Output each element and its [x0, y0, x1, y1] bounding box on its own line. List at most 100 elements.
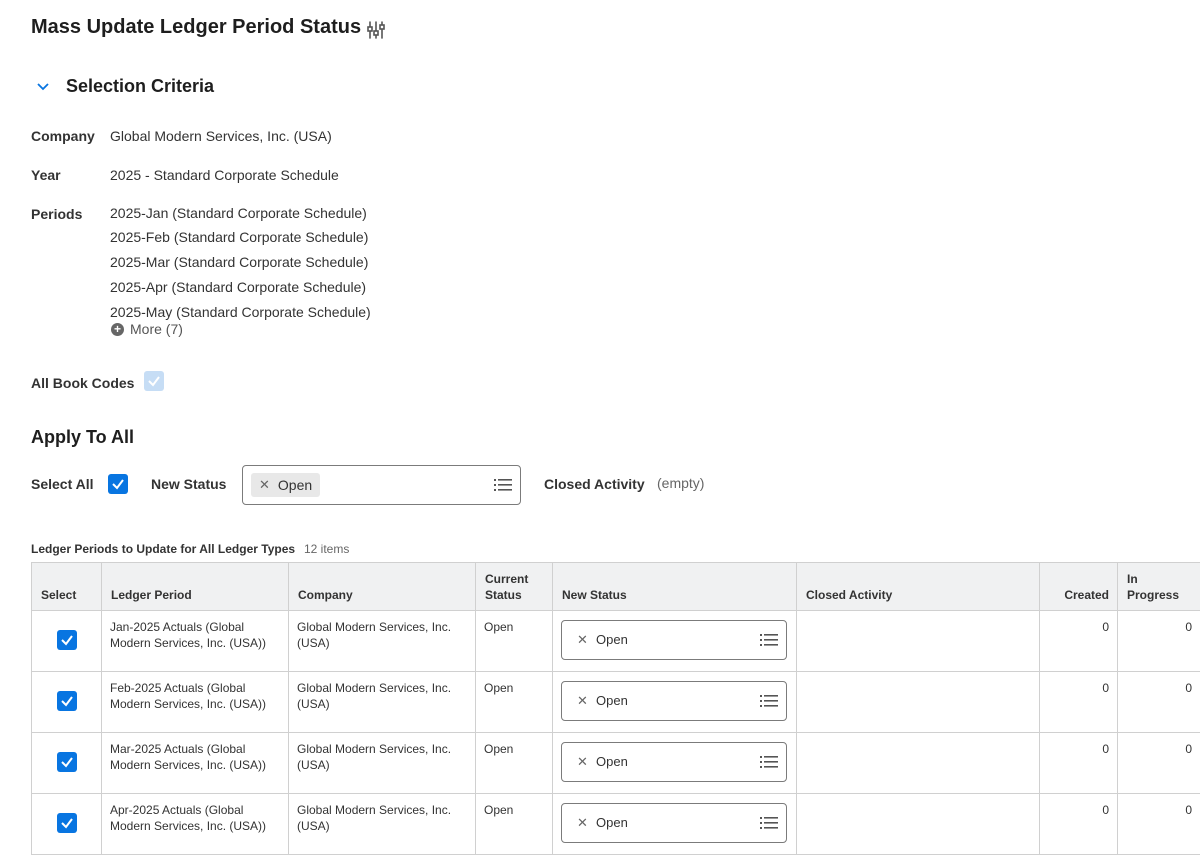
current-status-cell: Open	[475, 732, 553, 794]
current-status-cell: Open	[475, 610, 553, 672]
column-header-current-status[interactable]: Current Status	[475, 562, 553, 611]
remove-icon[interactable]: ✕	[577, 632, 588, 648]
year-label: Year	[31, 167, 61, 183]
select-cell	[31, 610, 102, 672]
row-select-checkbox[interactable]	[56, 813, 77, 833]
new-status-cell: ✕ Open	[552, 610, 797, 672]
chevron-down-icon[interactable]	[36, 80, 50, 94]
in-progress-cell: 0	[1117, 671, 1200, 733]
apply-to-all-title: Apply To All	[31, 427, 134, 447]
selection-criteria-title: Selection Criteria	[66, 76, 215, 96]
remove-icon[interactable]: ✕	[577, 815, 588, 831]
plus-circle-icon: +	[111, 322, 124, 336]
period-item: 2025-Apr (Standard Corporate Schedule)	[110, 279, 367, 295]
year-value: 2025 - Standard Corporate Schedule	[110, 167, 339, 183]
row-select-checkbox[interactable]	[56, 752, 77, 772]
table-row: Mar-2025 Actuals (Global Modern Services…	[31, 732, 1200, 794]
new-status-cell: ✕ Open	[552, 793, 797, 855]
status-pill: ✕ Open	[251, 473, 321, 497]
period-item: 2025-May (Standard Corporate Schedule)	[110, 304, 371, 320]
closed-activity-label: Closed Activity	[544, 476, 645, 492]
checkmark-icon	[60, 696, 73, 707]
table-header-row: Select Ledger Period Company Current Sta…	[31, 562, 1200, 611]
remove-icon[interactable]: ✕	[577, 693, 588, 709]
current-status-cell: Open	[475, 793, 553, 855]
all-book-codes-label: All Book Codes	[31, 375, 135, 391]
grid-title: Ledger Periods to Update for All Ledger …	[31, 542, 296, 556]
periods-label: Periods	[31, 206, 83, 222]
table-row: Feb-2025 Actuals (Global Modern Services…	[31, 671, 1200, 733]
table-row: Jan-2025 Actuals (Global Modern Services…	[31, 610, 1200, 672]
new-status-cell: ✕ Open	[552, 732, 797, 794]
company-value: Global Modern Services, Inc. (USA)	[110, 128, 332, 144]
checkmark-icon	[60, 635, 73, 646]
row-select-checkbox[interactable]	[56, 691, 77, 711]
list-icon[interactable]	[760, 816, 778, 830]
new-status-value: Open	[277, 477, 313, 493]
selection-criteria-header[interactable]: Selection Criteria	[36, 76, 214, 97]
column-header-closed-activity[interactable]: Closed Activity	[796, 562, 1040, 611]
created-cell: 0	[1039, 793, 1118, 855]
checkmark-icon	[112, 479, 124, 490]
in-progress-cell: 0	[1117, 793, 1200, 855]
column-header-in-progress[interactable]: In Progress	[1117, 562, 1200, 611]
ledger-period-cell: Jan-2025 Actuals (Global Modern Services…	[101, 610, 289, 672]
row-new-status-value: Open	[596, 632, 628, 647]
more-periods-link[interactable]: + More (7)	[111, 321, 183, 337]
in-progress-cell: 0	[1117, 732, 1200, 794]
remove-icon[interactable]: ✕	[259, 477, 270, 493]
settings-sliders-icon[interactable]	[366, 20, 386, 40]
column-header-company[interactable]: Company	[288, 562, 476, 611]
checkmark-icon	[148, 376, 160, 387]
closed-activity-cell	[796, 732, 1040, 794]
row-new-status-prompt[interactable]: ✕ Open	[561, 742, 787, 782]
row-new-status-value: Open	[596, 815, 628, 830]
ledger-periods-table: Select Ledger Period Company Current Sta…	[31, 562, 1200, 855]
column-header-created[interactable]: Created	[1039, 562, 1118, 611]
closed-activity-value: (empty)	[657, 475, 705, 491]
select-cell	[31, 671, 102, 733]
ledger-period-cell: Feb-2025 Actuals (Global Modern Services…	[101, 671, 289, 733]
remove-icon[interactable]: ✕	[577, 754, 588, 770]
select-cell	[31, 732, 102, 794]
table-row: Apr-2025 Actuals (Global Modern Services…	[31, 793, 1200, 855]
list-icon[interactable]	[760, 755, 778, 769]
created-cell: 0	[1039, 732, 1118, 794]
all-book-codes-checkbox	[144, 371, 164, 391]
created-cell: 0	[1039, 671, 1118, 733]
new-status-cell: ✕ Open	[552, 671, 797, 733]
new-status-label: New Status	[151, 476, 227, 492]
company-cell: Global Modern Services, Inc. (USA)	[288, 793, 476, 855]
column-header-ledger-period[interactable]: Ledger Period	[101, 562, 289, 611]
ledger-period-cell: Apr-2025 Actuals (Global Modern Services…	[101, 793, 289, 855]
column-header-select[interactable]: Select	[31, 562, 102, 611]
company-cell: Global Modern Services, Inc. (USA)	[288, 732, 476, 794]
select-all-label: Select All	[31, 476, 94, 492]
checkmark-icon	[60, 818, 73, 829]
company-cell: Global Modern Services, Inc. (USA)	[288, 610, 476, 672]
list-icon[interactable]	[494, 478, 512, 492]
row-new-status-value: Open	[596, 693, 628, 708]
list-icon[interactable]	[760, 633, 778, 647]
period-item: 2025-Mar (Standard Corporate Schedule)	[110, 254, 369, 270]
row-new-status-prompt[interactable]: ✕ Open	[561, 803, 787, 843]
select-cell	[31, 793, 102, 855]
checkmark-icon	[60, 757, 73, 768]
more-periods-label: More (7)	[130, 321, 183, 337]
closed-activity-cell	[796, 671, 1040, 733]
list-icon[interactable]	[760, 694, 778, 708]
closed-activity-cell	[796, 793, 1040, 855]
company-label: Company	[31, 128, 95, 144]
select-all-checkbox[interactable]	[108, 474, 128, 494]
period-item: 2025-Jan (Standard Corporate Schedule)	[110, 205, 367, 221]
row-new-status-prompt[interactable]: ✕ Open	[561, 681, 787, 721]
new-status-prompt[interactable]: ✕ Open	[242, 465, 521, 505]
row-new-status-value: Open	[596, 754, 628, 769]
grid-item-count: 12 items	[304, 542, 350, 556]
created-cell: 0	[1039, 610, 1118, 672]
column-header-new-status[interactable]: New Status	[552, 562, 797, 611]
row-new-status-prompt[interactable]: ✕ Open	[561, 620, 787, 660]
page-title: Mass Update Ledger Period Status	[31, 16, 362, 38]
row-select-checkbox[interactable]	[56, 630, 77, 650]
current-status-cell: Open	[475, 671, 553, 733]
